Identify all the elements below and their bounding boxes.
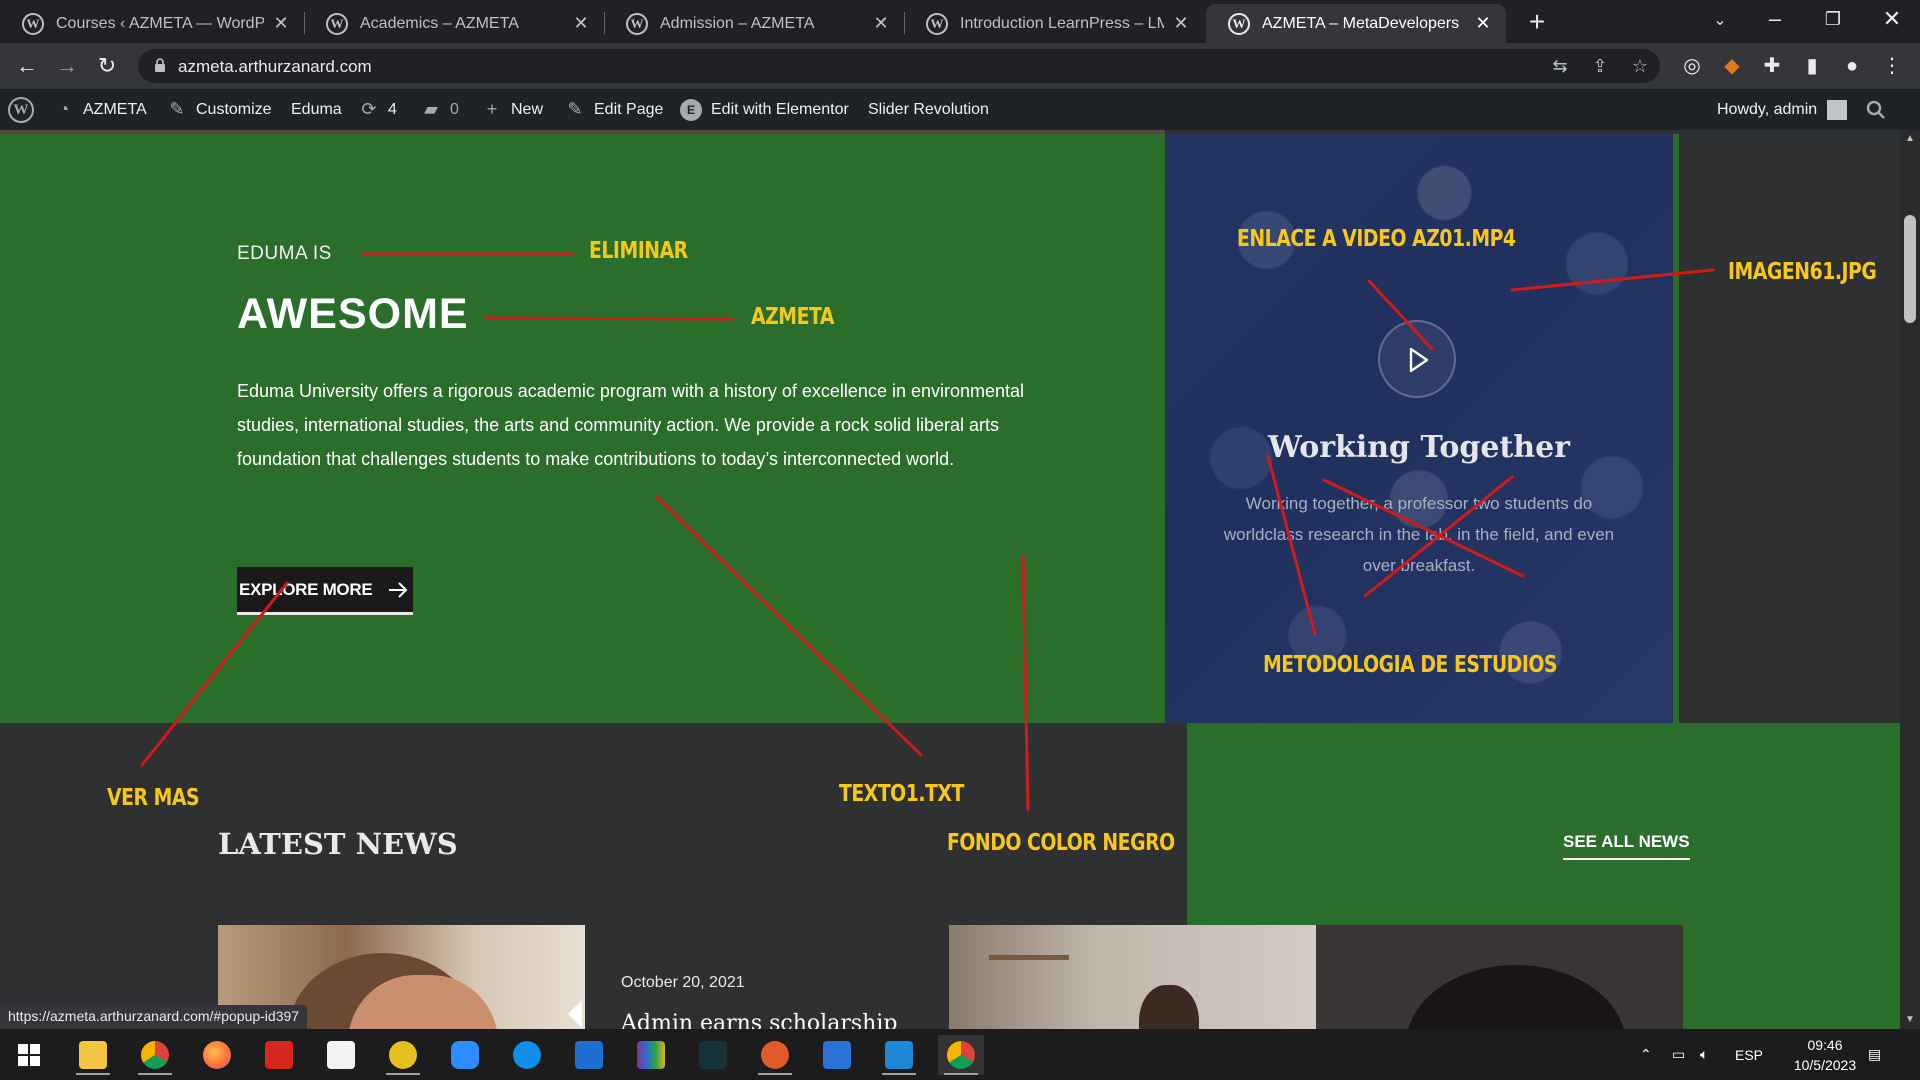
windows-taskbar: ⌃ ▭ 🔈︎ ESP 09:46 10/5/2023 ▤ bbox=[0, 1029, 1920, 1080]
file-explorer-icon[interactable] bbox=[70, 1035, 116, 1075]
network-icon[interactable]: ▭ bbox=[1672, 1029, 1685, 1080]
annotation-line bbox=[1322, 478, 1525, 578]
annotation-line bbox=[1021, 555, 1030, 812]
firefox-icon[interactable] bbox=[194, 1035, 240, 1075]
notepad-icon[interactable] bbox=[318, 1035, 364, 1075]
document-icon[interactable] bbox=[814, 1035, 860, 1075]
annotation-line bbox=[484, 316, 734, 321]
annotation-line bbox=[655, 495, 923, 757]
clock-date: 10/5/2023 bbox=[1793, 1056, 1857, 1073]
annotation-label: VER MAS bbox=[107, 785, 200, 811]
app-green-arrow-icon[interactable] bbox=[690, 1035, 736, 1075]
clock[interactable]: 09:46 10/5/2023 bbox=[1780, 1029, 1870, 1080]
zoom-icon[interactable] bbox=[442, 1035, 488, 1075]
acrobat-icon[interactable] bbox=[256, 1035, 302, 1075]
teamviewer-icon[interactable] bbox=[504, 1035, 550, 1075]
annotation-line bbox=[1367, 279, 1434, 351]
app-cloud-icon[interactable] bbox=[752, 1035, 798, 1075]
volume-icon[interactable]: 🔈︎ bbox=[1700, 1029, 1708, 1080]
annotation-label: METODOLOGIA DE ESTUDIOS bbox=[1263, 652, 1558, 678]
tray-overflow-chevron-icon[interactable]: ⌃ bbox=[1640, 1029, 1652, 1080]
annotation-lines bbox=[140, 252, 1715, 812]
language-indicator[interactable]: ESP bbox=[1735, 1029, 1763, 1080]
annotation-label: TEXTO1.TXT bbox=[839, 781, 964, 807]
annotation-line bbox=[140, 581, 289, 767]
app-yellow-icon[interactable] bbox=[380, 1035, 426, 1075]
app-blue-window-icon[interactable] bbox=[876, 1035, 922, 1075]
annotation-label: FONDO COLOR NEGRO bbox=[947, 830, 1175, 856]
chrome-active-icon[interactable] bbox=[938, 1035, 984, 1075]
annotation-line bbox=[1510, 268, 1715, 292]
winrar-icon[interactable] bbox=[628, 1035, 674, 1075]
annotation-line bbox=[1266, 454, 1317, 636]
annotation-label: ELIMINAR bbox=[589, 238, 688, 264]
store-bag-icon[interactable] bbox=[566, 1035, 612, 1075]
clock-time: 09:46 bbox=[1807, 1036, 1843, 1053]
notifications-icon[interactable]: ▤ bbox=[1868, 1029, 1881, 1080]
windows-start-icon[interactable] bbox=[6, 1035, 52, 1075]
annotation-label: IMAGEN61.JPG bbox=[1728, 259, 1877, 285]
chrome-icon[interactable] bbox=[132, 1035, 178, 1075]
annotation-label: AZMETA bbox=[751, 304, 834, 330]
annotation-label: ENLACE A VIDEO AZ01.MP4 bbox=[1237, 226, 1516, 252]
annotation-line bbox=[1363, 475, 1514, 598]
